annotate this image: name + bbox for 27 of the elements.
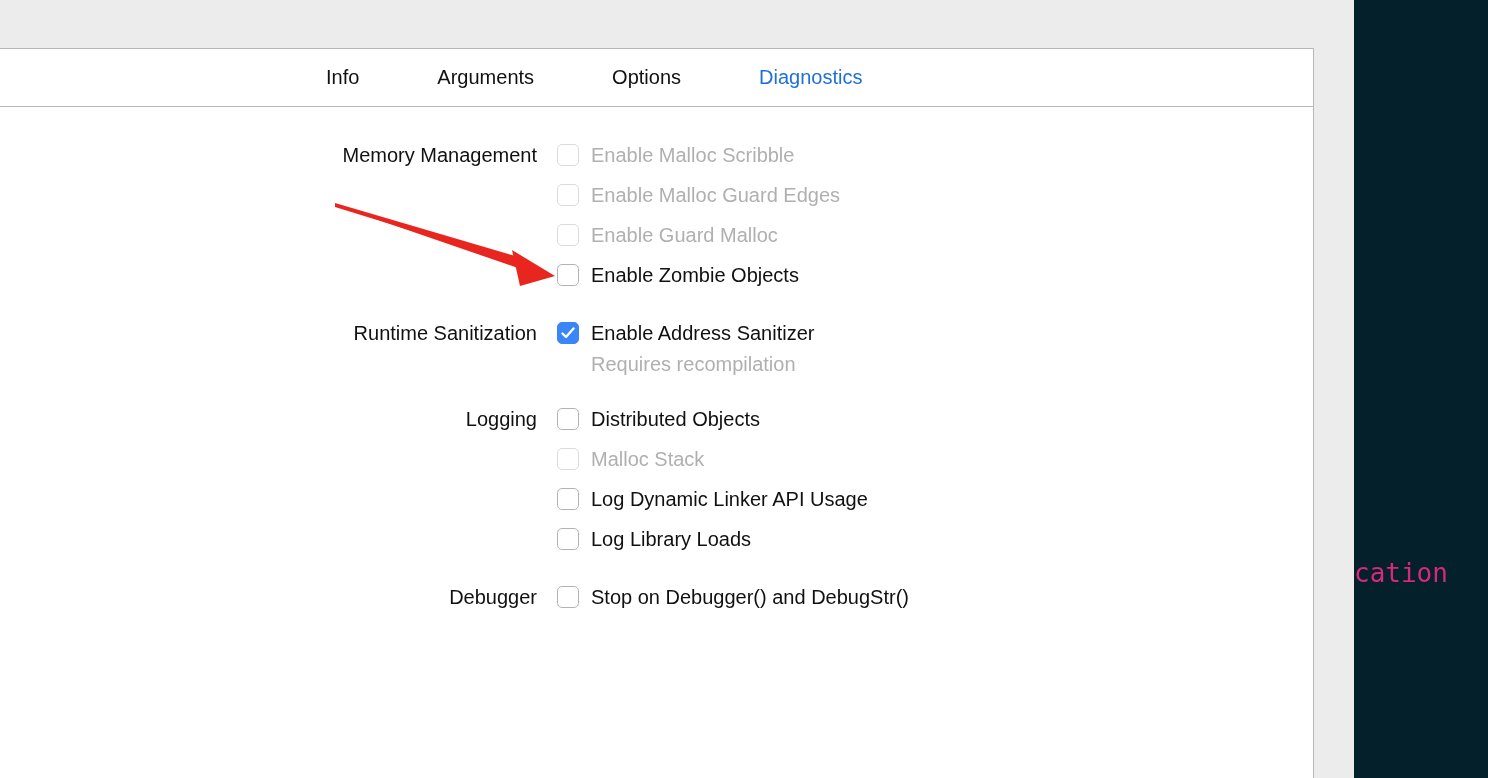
code-text: cation <box>1354 558 1448 588</box>
option-label: Malloc Stack <box>591 447 705 471</box>
checkbox[interactable] <box>557 322 579 344</box>
option-label: Distributed Objects <box>591 407 760 431</box>
section-label: Memory Management <box>342 143 537 168</box>
checkbox[interactable] <box>557 586 579 608</box>
option-label: Log Library Loads <box>591 527 752 551</box>
option-label: Stop on Debugger() and DebugStr() <box>591 585 909 609</box>
option-label: Enable Malloc Guard Edges <box>591 183 841 207</box>
option-label: Enable Address Sanitizer <box>591 321 815 345</box>
option-label: Log Dynamic Linker API Usage <box>591 487 868 511</box>
tab[interactable]: Arguments <box>398 66 574 89</box>
tab[interactable]: Options <box>573 66 720 89</box>
tab[interactable]: Diagnostics <box>720 66 902 89</box>
checkbox[interactable] <box>557 528 579 550</box>
check-icon <box>561 327 575 339</box>
option-label: Enable Malloc Scribble <box>591 143 795 167</box>
checkbox[interactable] <box>557 408 579 430</box>
option-note: Requires recompilation <box>591 352 797 377</box>
checkbox[interactable] <box>557 488 579 510</box>
section-label: Debugger <box>449 585 537 610</box>
section-label: Runtime Sanitization <box>353 321 537 346</box>
section-label: Logging <box>465 407 537 432</box>
checkbox[interactable] <box>557 264 579 286</box>
option-label: Enable Guard Malloc <box>591 223 778 247</box>
option-label: Enable Zombie Objects <box>591 263 799 287</box>
tab[interactable]: Info <box>287 66 399 89</box>
